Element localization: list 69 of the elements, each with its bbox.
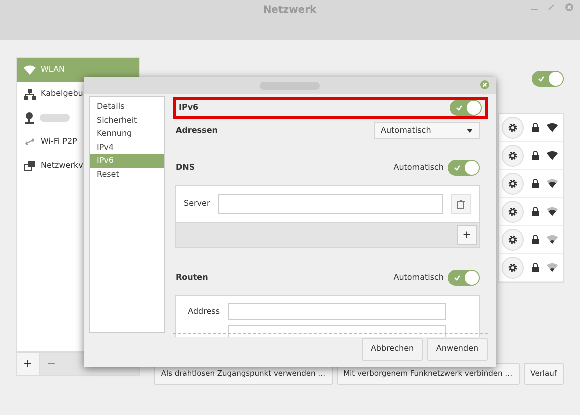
close-icon[interactable] [565,3,574,12]
toggle-switch[interactable] [448,160,480,176]
nav-item[interactable]: Reset [90,168,164,181]
server-field[interactable] [218,194,443,214]
sidebar-item[interactable]: Kabelgebu [24,88,84,100]
settings-button[interactable] [502,116,524,138]
address-field[interactable] [228,303,446,320]
caret-icon [467,128,473,132]
section-label: Routen [176,272,208,284]
blurred-label [40,114,70,122]
add-button[interactable]: + [457,225,477,245]
network-icon [24,88,36,100]
section-label: DNS [176,162,196,174]
lock-icon [532,179,539,188]
nav-item[interactable]: Details [90,100,164,114]
add-button[interactable]: + [17,353,40,375]
lock-icon [532,235,539,244]
toggle-switch[interactable] [450,100,482,116]
sidebar-item[interactable]: Netzwerkv [24,160,84,172]
settings-button[interactable] [502,172,524,194]
settings-button[interactable] [502,256,524,278]
nav-item[interactable]: Kennung [90,127,164,140]
wifi-signal-icon [547,123,558,132]
toggle-switch[interactable] [448,270,480,286]
lock-icon [532,263,539,272]
delete-button[interactable] [451,194,471,214]
settings-icon [508,262,518,272]
settings-icon [508,178,518,188]
settings-button[interactable] [502,228,524,250]
check-icon [454,165,461,171]
nav-item[interactable]: IPv4 [90,140,164,154]
wifi-signal-icon [547,263,558,272]
settings-icon [508,122,518,132]
settings-icon [508,150,518,160]
method-dropdown[interactable]: Automatisch [374,122,480,139]
dialog-button[interactable]: Abbrechen [362,338,423,360]
settings-icon [508,234,518,244]
lock-icon [532,151,539,160]
nav-item[interactable]: Sicherheit [90,114,164,127]
close-icon[interactable] [480,80,490,90]
field-label: Address [187,306,220,318]
check-icon [456,105,463,111]
auto-label: Automatisch [394,272,444,284]
wifi-signal-icon [547,235,558,244]
check-icon [538,76,545,82]
trash-icon [457,200,465,208]
settings-icon [508,206,518,216]
dialog-button[interactable]: Anwenden [427,338,488,360]
lock-icon [532,123,539,132]
field-label: Server [184,198,210,210]
settings-button[interactable] [502,200,524,222]
hotspot-icon [24,112,35,124]
toggle-switch[interactable] [532,71,564,87]
check-icon [454,275,461,281]
wifi-icon [24,65,36,75]
section-label: IPv6 [179,102,199,114]
settings-button[interactable] [502,144,524,166]
wifi-signal-icon [547,179,558,188]
maximize-icon[interactable] [548,4,555,11]
sidebar-item[interactable] [24,112,70,124]
section-label: Adressen [176,124,218,136]
sidebar-item[interactable]: Wi-Fi P2P [24,136,78,148]
window-title: Netzwerk [263,4,317,18]
wifi-signal-icon [547,207,558,216]
arrows-icon [24,137,36,147]
monitors-icon [24,160,36,172]
auto-label: Automatisch [394,162,444,174]
wifi-signal-icon [547,151,558,160]
lock-icon [532,207,539,216]
